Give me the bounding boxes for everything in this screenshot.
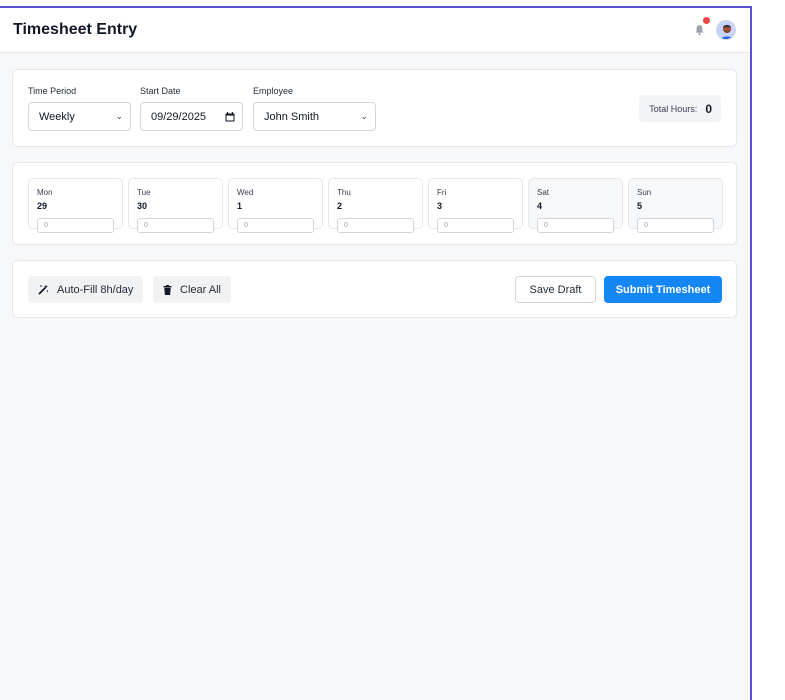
actions-card: Auto-Fill 8h/day Clear All Save Draft Su… [12,260,737,318]
time-period-label: Time Period [28,86,77,96]
day-date: 5 [637,201,643,211]
day-sun: Sun 5 0 [628,178,723,233]
day-date: 3 [437,201,443,211]
chevron-down-icon: ⌄ [360,111,368,121]
submit-timesheet-label: Submit Timesheet [615,283,711,296]
start-date-field: Start Date 09/29/2025 [140,86,243,131]
total-hours-badge: Total Hours: 0 [639,95,721,122]
clear-all-label: Clear All [180,283,221,296]
total-hours-label: Total Hours: [649,103,698,114]
header-actions [692,17,736,40]
top-bar: Timesheet Entry [0,8,750,53]
submit-timesheet-button[interactable]: Submit Timesheet [604,276,722,303]
start-date-value: 09/29/2025 [151,110,207,123]
magic-wand-icon [38,284,49,295]
employee-value: John Smith [264,110,320,123]
auto-fill-label: Auto-Fill 8h/day [57,283,134,296]
hours-input-thu[interactable]: 0 [337,218,414,233]
day-name: Wed [237,188,254,197]
hours-input-mon[interactable]: 0 [37,218,114,233]
app-window: Timesheet Entry Time Period Weekly ⌄ Sta… [0,6,752,700]
chevron-down-icon: ⌄ [115,111,123,121]
clear-all-button[interactable]: Clear All [153,276,231,303]
day-name: Thu [337,188,351,197]
start-date-input[interactable]: 09/29/2025 [140,102,243,131]
day-name: Sat [537,188,550,197]
time-period-select[interactable]: Weekly ⌄ [28,102,131,131]
day-name: Tue [137,188,151,197]
day-fri: Fri 3 0 [428,178,523,233]
day-wed: Wed 1 0 [228,178,323,233]
hours-input-wed[interactable]: 0 [237,218,314,233]
save-draft-button[interactable]: Save Draft [515,276,596,303]
day-name: Sun [637,188,652,197]
day-name: Mon [37,188,53,197]
hours-input-fri[interactable]: 0 [437,218,514,233]
week-days-card: Mon 29 0 Tue 30 0 Wed 1 0 Thu 2 0 Fri 3 … [12,162,737,245]
page-title: Timesheet Entry [13,21,138,38]
trash-icon [163,284,172,295]
start-date-label: Start Date [140,86,181,96]
auto-fill-button[interactable]: Auto-Fill 8h/day [28,276,144,303]
time-period-field: Time Period Weekly ⌄ [28,86,131,131]
time-period-value: Weekly [39,110,75,123]
notifications-button[interactable] [692,17,710,37]
day-date: 30 [137,201,148,211]
day-name: Fri [437,188,447,197]
hours-input-sat[interactable]: 0 [537,218,614,233]
day-date: 4 [537,201,543,211]
day-date: 29 [37,201,48,211]
employee-field: Employee John Smith ⌄ [253,86,376,131]
day-mon: Mon 29 0 [28,178,123,233]
day-tue: Tue 30 0 [128,178,223,233]
day-date: 1 [237,201,243,211]
notification-dot [703,17,710,24]
calendar-icon[interactable] [225,111,235,122]
hours-input-sun[interactable]: 0 [637,218,714,233]
avatar-image [717,21,735,39]
day-date: 2 [337,201,343,211]
day-thu: Thu 2 0 [328,178,423,233]
total-hours-value: 0 [705,101,712,116]
filters-card: Time Period Weekly ⌄ Start Date 09/29/20… [12,69,737,147]
save-draft-label: Save Draft [529,283,582,296]
day-sat: Sat 4 0 [528,178,623,233]
bell-icon [695,25,703,36]
employee-label: Employee [253,86,294,96]
user-avatar[interactable] [716,20,736,40]
employee-select[interactable]: John Smith ⌄ [253,102,376,131]
hours-input-tue[interactable]: 0 [137,218,214,233]
